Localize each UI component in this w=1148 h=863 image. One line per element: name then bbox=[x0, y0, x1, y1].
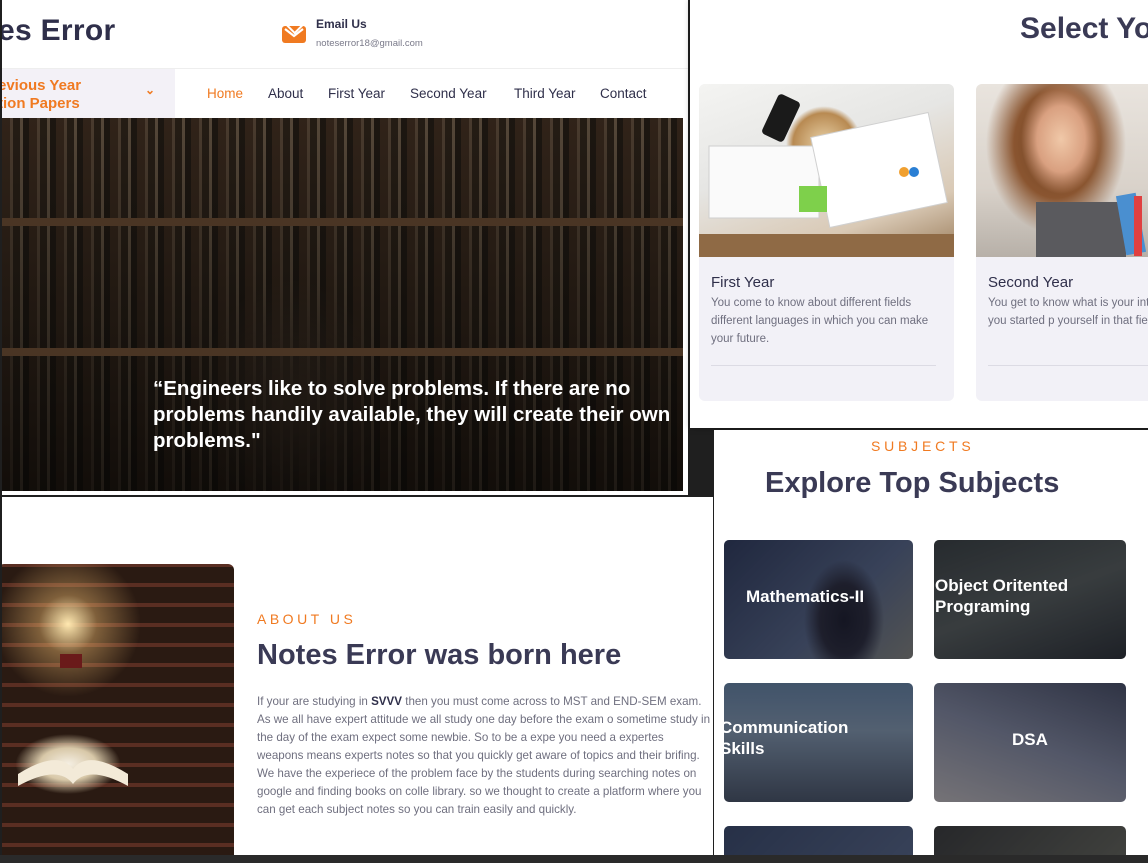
previous-year-papers-dropdown[interactable]: evious Year tion Papers ⌄ bbox=[2, 69, 175, 119]
window-bottom-edge bbox=[0, 855, 1148, 863]
about-text-part: then you must come across to MST and END… bbox=[257, 695, 711, 816]
bookshelf-board bbox=[2, 348, 683, 356]
hero-quote: “Engineers like to solve problems. If th… bbox=[153, 377, 671, 452]
about-text-part: If your are studying in bbox=[257, 695, 372, 708]
nav-about[interactable]: About bbox=[268, 86, 303, 101]
envelope-icon bbox=[282, 26, 306, 43]
nav-first-year[interactable]: First Year bbox=[328, 86, 385, 101]
bookshelf-board bbox=[2, 218, 683, 226]
hero-banner: “Engineers like to solve problems. If th… bbox=[2, 118, 683, 491]
dropdown-label-line2: tion Papers bbox=[2, 95, 80, 112]
about-kicker: ABOUT US bbox=[257, 611, 357, 627]
divider bbox=[988, 365, 1148, 366]
subject-card-partial[interactable] bbox=[934, 826, 1126, 855]
year-card-second[interactable]: Second Year You get to know what is your… bbox=[976, 84, 1148, 401]
home-header-panel: es Error Email Us noteserror18@gmail.com… bbox=[2, 0, 688, 495]
select-year-panel: Select Yo First Year You come to know ab… bbox=[690, 0, 1148, 428]
email-title: Email Us bbox=[316, 17, 367, 31]
year-card-first[interactable]: First Year You come to know about differ… bbox=[699, 84, 954, 401]
subjects-title: Explore Top Subjects bbox=[765, 467, 1060, 499]
subject-card-oop[interactable]: Object Oritented Programing bbox=[934, 540, 1126, 659]
divider bbox=[711, 365, 936, 366]
dropdown-label-line1: evious Year bbox=[2, 77, 82, 94]
subject-label: Mathematics-II bbox=[746, 587, 865, 606]
desk-workspace-image bbox=[699, 84, 954, 257]
subject-label: DSA bbox=[1012, 730, 1048, 749]
chevron-down-icon: ⌄ bbox=[145, 83, 156, 97]
subjects-panel: SUBJECTS Explore Top Subjects Mathematic… bbox=[714, 430, 1148, 855]
student-studying-image bbox=[976, 84, 1148, 257]
subject-card-communication[interactable]: Communication Skills bbox=[724, 683, 913, 802]
about-paragraph: If your are studying in SVVV then you mu… bbox=[257, 693, 712, 819]
about-panel: ABOUT US Notes Error was born here If yo… bbox=[2, 497, 713, 863]
year-card-description: You get to know what is your interest an… bbox=[988, 297, 1148, 327]
nav-contact[interactable]: Contact bbox=[600, 86, 647, 101]
subject-card-dsa[interactable]: DSA bbox=[934, 683, 1126, 802]
site-logo[interactable]: es Error bbox=[2, 14, 115, 48]
about-title: Notes Error was born here bbox=[257, 639, 622, 671]
select-year-title: Select Yo bbox=[1020, 12, 1148, 45]
subject-card-partial[interactable] bbox=[724, 826, 913, 855]
nav-home[interactable]: Home bbox=[207, 86, 243, 101]
subject-card-mathematics[interactable]: Mathematics-II bbox=[724, 540, 913, 659]
year-card-description: You come to know about different fields … bbox=[711, 297, 929, 345]
subject-label: Object Oritented Programing bbox=[935, 576, 1069, 616]
nav-second-year[interactable]: Second Year bbox=[410, 86, 487, 101]
library-book-image bbox=[2, 564, 234, 863]
nav-third-year[interactable]: Third Year bbox=[514, 86, 576, 101]
subjects-kicker: SUBJECTS bbox=[871, 438, 975, 454]
year-card-title: Second Year bbox=[988, 274, 1074, 291]
about-text-bold: SVVV bbox=[371, 695, 403, 708]
email-address[interactable]: noteserror18@gmail.com bbox=[316, 38, 423, 49]
subject-label: Communication Skills bbox=[724, 718, 849, 758]
main-nav: evious Year tion Papers ⌄ Home About Fir… bbox=[2, 68, 688, 119]
year-card-title: First Year bbox=[711, 274, 775, 291]
